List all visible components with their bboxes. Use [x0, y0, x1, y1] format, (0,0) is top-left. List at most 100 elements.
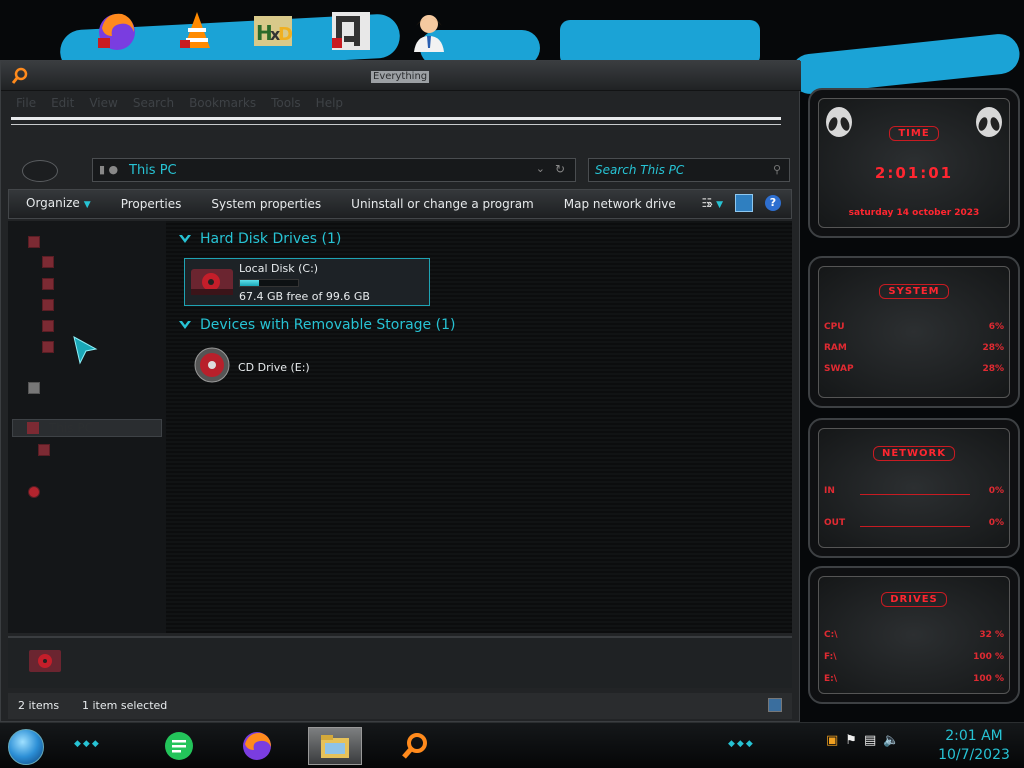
folder-icon	[42, 319, 54, 332]
organize-button[interactable]: Organize ▼	[9, 189, 106, 219]
desktop: HxD Everything File Edit View Search Boo…	[0, 0, 1024, 768]
address-path: This PC	[129, 162, 177, 178]
drive-free-space: 67.4 GB free of 99.6 GB	[239, 290, 370, 303]
flag-icon[interactable]: ⚑	[845, 733, 857, 748]
address-bar[interactable]: ▮ ● This PC ⌄ ↻	[92, 158, 576, 182]
search-icon[interactable]: ⚲	[773, 163, 781, 176]
properties-button[interactable]: Properties	[106, 190, 197, 218]
group-removable-storage[interactable]: Devices with Removable Storage (1)	[178, 317, 455, 333]
menu-bar: File Edit View Search Bookmarks Tools He…	[9, 93, 785, 113]
computer-icon	[27, 422, 39, 434]
preview-pane-icon[interactable]	[735, 194, 753, 212]
view-controls: ☷ ▼ ?	[702, 194, 781, 212]
firefox-desktop-icon[interactable]	[90, 4, 144, 58]
title-bar[interactable]: Everything	[1, 61, 801, 91]
menu-bookmarks[interactable]: Bookmarks	[182, 93, 264, 113]
system-properties-button[interactable]: System properties	[196, 190, 336, 218]
user-desktop-icon[interactable]	[402, 4, 456, 58]
chevron-down-icon	[179, 321, 191, 329]
search-box[interactable]: ⚲	[588, 158, 790, 182]
large-icons-view-icon[interactable]	[768, 698, 782, 712]
nav-item-this-pc-label: This PC	[49, 421, 93, 435]
drive-name: Local Disk (C:)	[239, 262, 319, 275]
system-tray: ▣ ⚑ ▤ 🔈	[826, 733, 899, 748]
drive-usage-fill	[240, 280, 259, 286]
map-network-drive-button[interactable]: Map network drive	[549, 190, 691, 218]
menu-tools[interactable]: Tools	[264, 93, 309, 113]
drives-row: F:\ 100 %	[824, 652, 1004, 664]
chevron-down-icon[interactable]: ⌄	[536, 162, 545, 175]
nav-item[interactable]	[42, 338, 62, 354]
group-removable-storage-label: Devices with Removable Storage (1)	[200, 317, 456, 333]
help-icon[interactable]: ?	[765, 195, 781, 211]
clock-date: 10/7/2023	[938, 747, 1010, 763]
refresh-icon[interactable]: ↻	[555, 162, 565, 176]
change-view-icon[interactable]: ☷ ▼	[702, 196, 724, 210]
nav-item[interactable]	[42, 275, 62, 291]
vlc-desktop-icon[interactable]	[170, 4, 224, 58]
status-item-count: 2 items	[18, 699, 60, 712]
system-gadget-title-text: SYSTEM	[879, 284, 949, 299]
system-row-label: RAM	[824, 343, 847, 353]
file-list: Hard Disk Drives (1) Local Disk (C:) 67.…	[166, 221, 792, 633]
menu-file[interactable]: File	[9, 93, 44, 113]
cd-drive-icon[interactable]	[194, 347, 230, 383]
window-title: Everything	[371, 71, 430, 83]
nav-item[interactable]	[42, 253, 62, 269]
drive-local-disk-c[interactable]: Local Disk (C:) 67.4 GB free of 99.6 GB	[184, 258, 430, 306]
network-icon[interactable]: ▤	[864, 733, 876, 748]
network-out-graph	[860, 526, 970, 527]
cd-drive-label[interactable]: CD Drive (E:)	[238, 361, 310, 374]
nav-item-this-pc[interactable]: This PC	[12, 419, 162, 437]
time-gadget-title: TIME	[810, 126, 1018, 141]
folder-icon	[321, 735, 349, 758]
nav-item-local-disk[interactable]	[38, 441, 58, 457]
network-row-value: 0%	[988, 486, 1004, 496]
nav-item[interactable]	[42, 317, 62, 333]
nav-item-homegroup[interactable]	[28, 379, 48, 395]
network-gadget-title-text: NETWORK	[872, 446, 955, 461]
taskbar-firefox[interactable]	[230, 727, 284, 765]
app-desktop-icon[interactable]	[324, 4, 378, 58]
menu-help[interactable]: Help	[309, 93, 351, 113]
hard-drive-icon	[191, 269, 233, 295]
nav-item[interactable]	[28, 233, 48, 249]
taskbar-notes-app[interactable]	[152, 727, 206, 765]
network-row-value: 0%	[988, 518, 1004, 528]
svg-text:D: D	[278, 24, 293, 45]
system-row-value: 28%	[982, 343, 1004, 353]
drives-row-value: 100 %	[973, 652, 1004, 662]
clock-time: 2:01 AM	[945, 728, 1003, 744]
taskbar-clock[interactable]: 2:01 AM 10/7/2023	[934, 727, 1014, 765]
start-button[interactable]	[8, 729, 44, 765]
organize-label: Organize	[26, 196, 80, 210]
drive-icon	[38, 443, 50, 456]
back-forward-button[interactable]	[22, 160, 58, 182]
drives-row: C:\ 32 %	[824, 630, 1004, 642]
volume-icon[interactable]: 🔈	[883, 733, 899, 748]
notes-icon	[165, 732, 193, 760]
system-gadget: SYSTEM CPU 6% RAM 28% SWAP 28%	[808, 256, 1020, 408]
hxd-desktop-icon[interactable]: HxD	[246, 4, 300, 58]
network-gadget: NETWORK IN 0% OUT 0%	[808, 418, 1020, 558]
folder-icon	[42, 255, 54, 268]
nav-item[interactable]	[42, 296, 62, 312]
search-input[interactable]	[589, 159, 759, 181]
time-gadget: TIME 2:01:01 saturday 14 october 2023	[808, 88, 1020, 238]
taskbar-file-explorer[interactable]	[308, 727, 362, 765]
drives-gadget-title-text: DRIVES	[881, 592, 947, 607]
menu-edit[interactable]: Edit	[44, 93, 82, 113]
group-hard-disk-drives[interactable]: Hard Disk Drives (1)	[178, 231, 341, 247]
nav-item-network[interactable]	[28, 483, 48, 499]
menu-search[interactable]: Search	[126, 93, 182, 113]
system-row-cpu: CPU 6%	[824, 322, 1004, 334]
drives-row-label: C:\	[824, 630, 838, 640]
uninstall-program-button[interactable]: Uninstall or change a program	[336, 190, 549, 218]
tray-app-icon[interactable]: ▣	[826, 733, 838, 748]
network-row-in: IN 0%	[824, 486, 1004, 498]
menu-view[interactable]: View	[82, 93, 125, 113]
computer-icon: ▮ ●	[99, 163, 119, 176]
time-gadget-title-text: TIME	[889, 126, 939, 141]
taskbar-everything[interactable]	[388, 727, 442, 765]
folder-icon	[42, 298, 54, 311]
